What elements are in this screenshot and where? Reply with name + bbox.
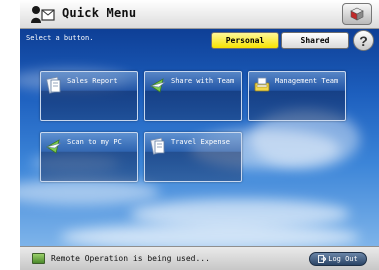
tile-travel-expense[interactable]: Travel Expense xyxy=(144,132,242,182)
logout-button[interactable]: Log Out xyxy=(309,252,367,266)
menu-button[interactable] xyxy=(342,3,372,25)
tile-scan-to-my-pc[interactable]: Scan to my PC xyxy=(40,132,138,182)
tile-share-with-team[interactable]: Share with Team xyxy=(144,71,242,121)
tile-label: Management Team xyxy=(275,77,339,85)
document-icon xyxy=(46,76,61,94)
instruction-text: Select a button. xyxy=(26,34,94,42)
menu-cube-icon xyxy=(350,7,364,21)
tile-management-team[interactable]: Management Team xyxy=(248,71,346,121)
help-button[interactable]: ? xyxy=(353,30,374,51)
logout-icon xyxy=(318,255,327,263)
tile-label: Share with Team xyxy=(171,77,235,85)
tile-sales-report[interactable]: Sales Report xyxy=(40,71,138,121)
fax-icon xyxy=(254,77,270,92)
logout-label: Log Out xyxy=(328,255,358,263)
quick-menu-icon xyxy=(31,6,55,23)
status-bar: Remote Operation is being used... Log Ou… xyxy=(20,246,379,270)
send-icon xyxy=(46,139,62,154)
remote-operation-icon xyxy=(32,253,45,264)
header-bar: Quick Menu xyxy=(20,0,379,29)
document-icon xyxy=(150,137,165,155)
tile-label: Scan to my PC xyxy=(67,138,122,146)
send-icon xyxy=(150,78,166,93)
quick-menu-area: Select a button. Personal Shared ? Sales… xyxy=(20,29,379,246)
tile-label: Sales Report xyxy=(67,77,118,85)
tab-shared[interactable]: Shared xyxy=(281,32,349,49)
page-title: Quick Menu xyxy=(62,6,137,20)
tab-personal[interactable]: Personal xyxy=(211,32,279,49)
status-text: Remote Operation is being used... xyxy=(51,254,210,263)
tile-label: Travel Expense xyxy=(171,138,231,146)
